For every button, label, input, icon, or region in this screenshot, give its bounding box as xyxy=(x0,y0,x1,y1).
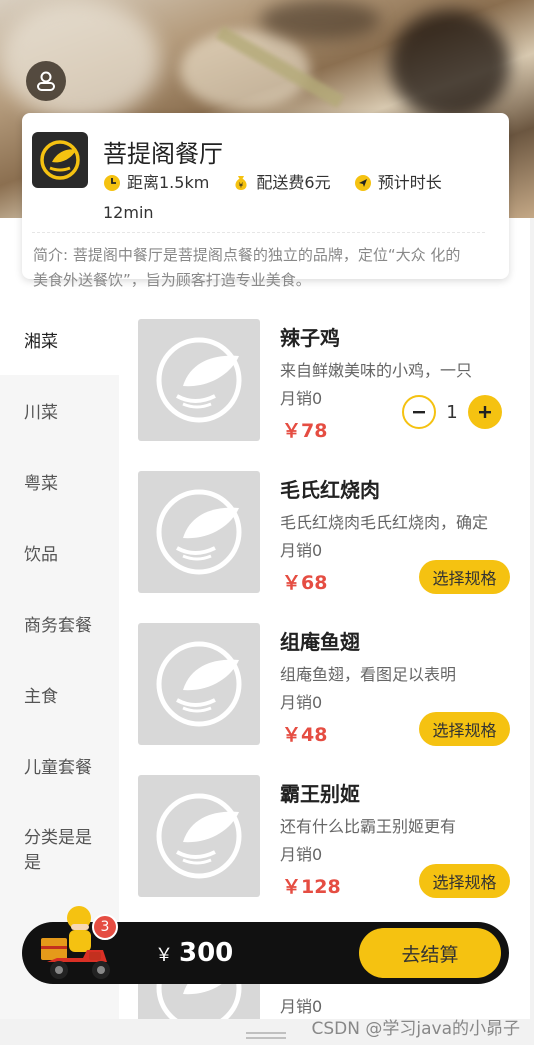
food-price: ￥78 xyxy=(282,420,328,442)
user-center-button[interactable] xyxy=(26,61,66,101)
eta-label: 预计时长 xyxy=(377,173,442,192)
food-item[interactable]: 毛氏红烧肉 毛氏红烧肉毛氏红烧肉，确定 月销0 ￥68 选择规格 xyxy=(138,471,530,594)
svg-text:¥: ¥ xyxy=(239,182,244,190)
food-image-placeholder xyxy=(138,775,260,897)
logo-placeholder-icon xyxy=(156,641,242,727)
food-name: 毛氏红烧肉 xyxy=(280,478,380,502)
logo-placeholder-icon xyxy=(156,489,242,575)
category-item-kids-set[interactable]: 儿童套餐 xyxy=(0,730,119,801)
select-spec-button[interactable]: 选择规格 xyxy=(419,712,510,746)
shop-intro: 简介: 菩提阁中餐厅是菩提阁点餐的独立的品牌，定位“大众 化的美食外送餐饮”，旨… xyxy=(33,246,461,289)
food-item[interactable]: 组庵鱼翅 组庵鱼翅，看图足以表明 月销0 ￥48 选择规格 xyxy=(138,623,530,746)
category-item-hunan[interactable]: 湘菜 xyxy=(0,304,119,375)
food-sales: 月销0 xyxy=(280,845,323,864)
quantity-count: 1 xyxy=(446,401,458,423)
decrease-button[interactable] xyxy=(402,395,436,429)
divider xyxy=(32,232,485,233)
select-spec-button[interactable]: 选择规格 xyxy=(419,560,510,594)
food-image-placeholder xyxy=(138,471,260,593)
food-desc: 毛氏红烧肉毛氏红烧肉，确定 xyxy=(280,513,488,532)
food-desc: 来自鲜嫩美味的小鸡，一只 xyxy=(280,361,473,380)
food-desc: 还有什么比霸王别姬更有 xyxy=(280,817,457,836)
page: 菩提阁餐厅 距离1.5km ¥ 配送费6元 预计时长 12min 简介: 菩提阁… xyxy=(0,0,534,1045)
shop-meta: 距离1.5km ¥ 配送费6元 预计时长 12min xyxy=(103,170,493,226)
food-sales: 月销0 xyxy=(280,541,323,560)
distance-info: 距离1.5km xyxy=(103,170,209,196)
food-desc: 组庵鱼翅，看图足以表明 xyxy=(280,665,457,684)
cart-bar: 3 ￥ 300 去结算 xyxy=(22,906,509,984)
food-sales: 月销0 xyxy=(280,389,323,408)
cart-total: ￥ 300 xyxy=(155,938,233,968)
food-price: ￥68 xyxy=(282,572,328,594)
category-item-business-set[interactable]: 商务套餐 xyxy=(0,588,119,659)
drag-handle-icon[interactable] xyxy=(246,1032,286,1039)
food-sales: 月销0 xyxy=(280,693,323,712)
category-item-sichuan[interactable]: 川菜 xyxy=(0,375,119,446)
shop-logo xyxy=(32,132,88,188)
food-price: ￥128 xyxy=(282,876,341,898)
category-item-custom-label: 分类是是是 xyxy=(24,828,92,873)
food-name: 辣子鸡 xyxy=(280,326,340,350)
distance-text: 距离1.5km xyxy=(127,173,210,192)
delivery-rider-icon[interactable] xyxy=(37,902,123,982)
quantity-stepper: 1 xyxy=(402,394,522,430)
food-name: 霸王别姬 xyxy=(280,782,360,806)
category-item-staple[interactable]: 主食 xyxy=(0,659,119,730)
shop-info-card: 菩提阁餐厅 距离1.5km ¥ 配送费6元 预计时长 12min 简介: 菩提阁… xyxy=(22,113,509,289)
category-item-cantonese[interactable]: 粤菜 xyxy=(0,446,119,517)
user-icon xyxy=(37,71,55,91)
delivery-fee-text: 配送费6元 xyxy=(256,173,331,192)
cart-count-badge: 3 xyxy=(92,914,118,940)
food-image-placeholder xyxy=(138,623,260,745)
navigation-icon xyxy=(354,175,371,191)
logo-placeholder-icon xyxy=(156,793,242,879)
money-bag-icon: ¥ xyxy=(235,176,247,190)
category-item-custom[interactable]: 分类是是是 xyxy=(0,801,119,901)
food-name: 组庵鱼翅 xyxy=(280,630,360,654)
increase-button[interactable] xyxy=(468,395,502,429)
checkout-button[interactable]: 去结算 xyxy=(359,928,501,978)
eta-value: 12min xyxy=(103,203,154,222)
food-image-placeholder xyxy=(138,319,260,441)
food-item[interactable]: 辣子鸡 来自鲜嫩美味的小鸡，一只 月销0 ￥78 1 xyxy=(138,319,530,442)
total-amount: 300 xyxy=(179,938,234,968)
clock-icon xyxy=(104,175,120,191)
watermark: CSDN @学习java的小昴子 xyxy=(311,1019,521,1039)
currency-symbol: ￥ xyxy=(155,945,173,966)
category-item-drinks[interactable]: 饮品 xyxy=(0,517,119,588)
eta-info: 预计时长 xyxy=(354,170,442,196)
food-list: 辣子鸡 来自鲜嫩美味的小鸡，一只 月销0 ￥78 1 毛氏红烧肉 毛氏红烧肉毛氏… xyxy=(119,304,530,1019)
shop-name: 菩提阁餐厅 xyxy=(103,140,223,168)
food-price: ￥48 xyxy=(282,724,328,746)
minus-icon xyxy=(413,411,425,414)
scroll-edge xyxy=(530,218,534,1019)
select-spec-button[interactable]: 选择规格 xyxy=(419,864,510,898)
plus-icon xyxy=(479,406,491,418)
delivery-fee-info: ¥ 配送费6元 xyxy=(232,170,331,196)
food-item[interactable]: 霸王别姬 还有什么比霸王别姬更有 月销0 ￥128 选择规格 xyxy=(138,775,530,898)
logo-placeholder-icon xyxy=(156,337,242,423)
